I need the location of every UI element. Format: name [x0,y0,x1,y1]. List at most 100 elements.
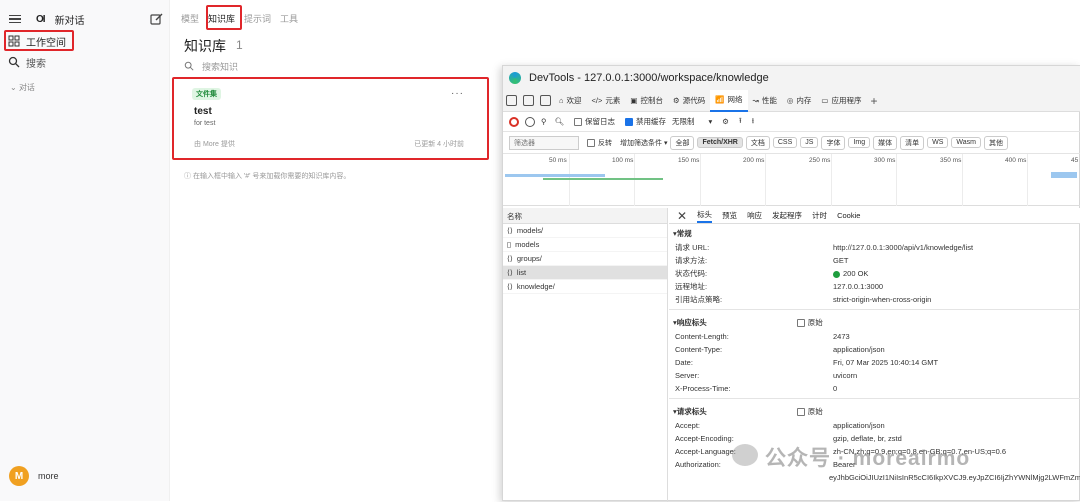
inspect-icon[interactable] [506,95,517,106]
timeline-tick: 400 ms [1005,157,1027,164]
tab-headers[interactable]: 标头 [697,209,713,223]
request-row-list[interactable]: ⟨⟩ list [503,266,667,280]
usage-hint: ⓘ 在输入框中输入 '#' 号来加载你需要的知识库内容。 [184,173,351,180]
filter-chip[interactable]: CSS [772,137,798,148]
tab-application[interactable]: ▭ 应用程序 [816,90,866,112]
filter-chip[interactable]: 媒体 [873,135,898,150]
search-input[interactable]: 搜索知识 [184,59,484,73]
tab-response[interactable]: 响应 [747,210,762,221]
request-row-groups[interactable]: ⟨⟩ groups/ [503,252,667,266]
preserve-log-checkbox[interactable]: 保留日志 [574,116,615,127]
more-filters-dropdown[interactable]: 增加筛选条件 ▾ [620,138,667,148]
filter-chip[interactable]: JS [800,137,819,148]
tab-welcome[interactable]: ⌂ 欢迎 [554,90,587,112]
export-har-icon[interactable]: ⭳ [752,115,755,128]
search-icon[interactable]: 🔍︎ [555,117,565,126]
general-row: 状态代码: 200 OK [669,267,1080,280]
chevron-down-icon[interactable]: ▾ [709,117,713,126]
filter-chip[interactable]: WS [927,137,949,148]
response-header-row: Server: uvicorn [669,369,1080,382]
page-title: 知识库 [184,38,226,54]
request-row-models-slash[interactable]: ⟨⟩ models/ [503,224,667,238]
compose-icon[interactable] [150,12,164,26]
avatar[interactable]: M [9,466,29,486]
record-icon[interactable] [509,116,519,127]
filter-chip[interactable]: Img [848,137,871,148]
filter-funnel-icon[interactable]: ⚲ [541,117,547,126]
request-row-knowledge[interactable]: ⟨⟩ knowledge/ [503,280,667,294]
tab-cookies[interactable]: Cookie [837,211,860,220]
timeline-tick: 150 ms [678,157,700,164]
devtools-tabbar: ⌂ 欢迎 </> 元素 ▣ 控制台 ⚙ 源代码 📶 网络 ↝ 性能 ◎ 内存 ▭… [503,89,1080,112]
add-tab-icon[interactable]: + [870,94,877,108]
tab-tools[interactable]: 工具 [280,12,298,25]
response-header-row: X-Process-Time: 0 [669,382,1080,395]
tab-models[interactable]: 模型 [181,12,199,25]
fetch-icon: ⟨⟩ [507,282,513,291]
device-icon[interactable] [523,95,534,106]
timeline-gridline [831,154,832,206]
request-list-header[interactable]: 名称 [503,208,667,224]
network-conditions-icon[interactable]: ⚙ [722,117,729,126]
tab-performance[interactable]: ↝ 性能 [748,90,782,112]
timeline-tick: 45 [1071,157,1079,164]
network-timeline[interactable]: 50 ms 100 ms 150 ms 200 ms 250 ms 300 ms… [503,154,1080,206]
dropdown-label: 增加筛选条件 [620,139,662,147]
throttle-select[interactable]: 无限制 [672,116,695,127]
divider [669,398,1080,399]
timeline-bar [505,174,605,177]
timeline-tick: 350 ms [940,157,962,164]
tab-preview[interactable]: 预览 [722,210,737,221]
sidebar-section-chats[interactable]: ⌄ 对话 [10,82,35,93]
raw-checkbox[interactable]: 原始 [796,317,823,328]
tab-console[interactable]: ▣ 控制台 [625,90,668,112]
raw-checkbox[interactable]: 原始 [796,406,823,417]
tab-prompts[interactable]: 提示词 [244,12,271,25]
divider [669,309,1080,310]
timeline-bar [543,178,663,180]
filter-chip[interactable]: 文档 [745,135,770,150]
search-placeholder: 搜索知识 [202,61,239,72]
tab-label: 网络 [727,95,743,104]
clear-icon[interactable] [525,116,535,127]
tab-memory[interactable]: ◎ 内存 [782,90,817,112]
close-icon[interactable]: ✕ [677,209,687,223]
filter-chip[interactable]: Wasm [951,137,981,148]
invert-checkbox[interactable]: 反转 [587,138,612,148]
import-har-icon[interactable]: ⭱ [739,115,742,128]
tab-network[interactable]: 📶 网络 [710,89,748,112]
filter-chip-fetch-xhr[interactable]: Fetch/XHR [697,137,743,148]
timeline-gridline [765,154,766,206]
tab-elements[interactable]: </> 元素 [587,90,626,112]
tab-sources[interactable]: ⚙ 源代码 [668,90,710,112]
menu-icon[interactable] [8,12,22,26]
tab-initiator[interactable]: 发起程序 [772,210,802,221]
section-request-headers[interactable]: ▾ 请求标头 原始 [669,402,1080,419]
new-chat-link[interactable]: 新对话 [55,12,85,27]
sidebar-item-search[interactable]: 搜索 [8,53,46,71]
filter-chip[interactable]: 其他 [983,135,1008,150]
network-toolbar: ⚲ 🔍︎ 保留日志 禁用缓存 无限制 ▾ ⚙ ⭱ ⭳ [503,112,1080,132]
request-row-models[interactable]: ▯ models [503,238,667,252]
disable-cache-checkbox[interactable]: 禁用缓存 [625,116,666,127]
tab-timing[interactable]: 计时 [812,210,827,221]
user-name[interactable]: more [38,471,59,481]
status-dot-icon [833,270,840,278]
request-name: list [516,268,527,277]
watermark: 公众号 · moreairmo [765,447,971,470]
section-general[interactable]: ▾ 常规 [669,224,1080,241]
section-response-headers[interactable]: ▾ 响应标头 原始 [669,313,1080,330]
tab-label: 应用程序 [831,96,862,105]
checkbox-label: 反转 [598,139,612,147]
document-icon: ▯ [507,240,512,249]
filter-placeholder: 筛选器 [514,139,535,147]
sidebar-header: OI 新对话 [8,10,164,28]
filter-chip[interactable]: 字体 [821,135,846,150]
header-value: uvicorn [833,371,858,380]
filter-chip[interactable]: 全部 [670,135,695,150]
filter-input[interactable]: 筛选器 [509,135,579,150]
header-key: X-Process-Time: [675,384,731,393]
filter-chip[interactable]: 清单 [900,135,925,150]
tab-label: 元素 [605,96,621,105]
dock-icon[interactable] [540,95,551,106]
